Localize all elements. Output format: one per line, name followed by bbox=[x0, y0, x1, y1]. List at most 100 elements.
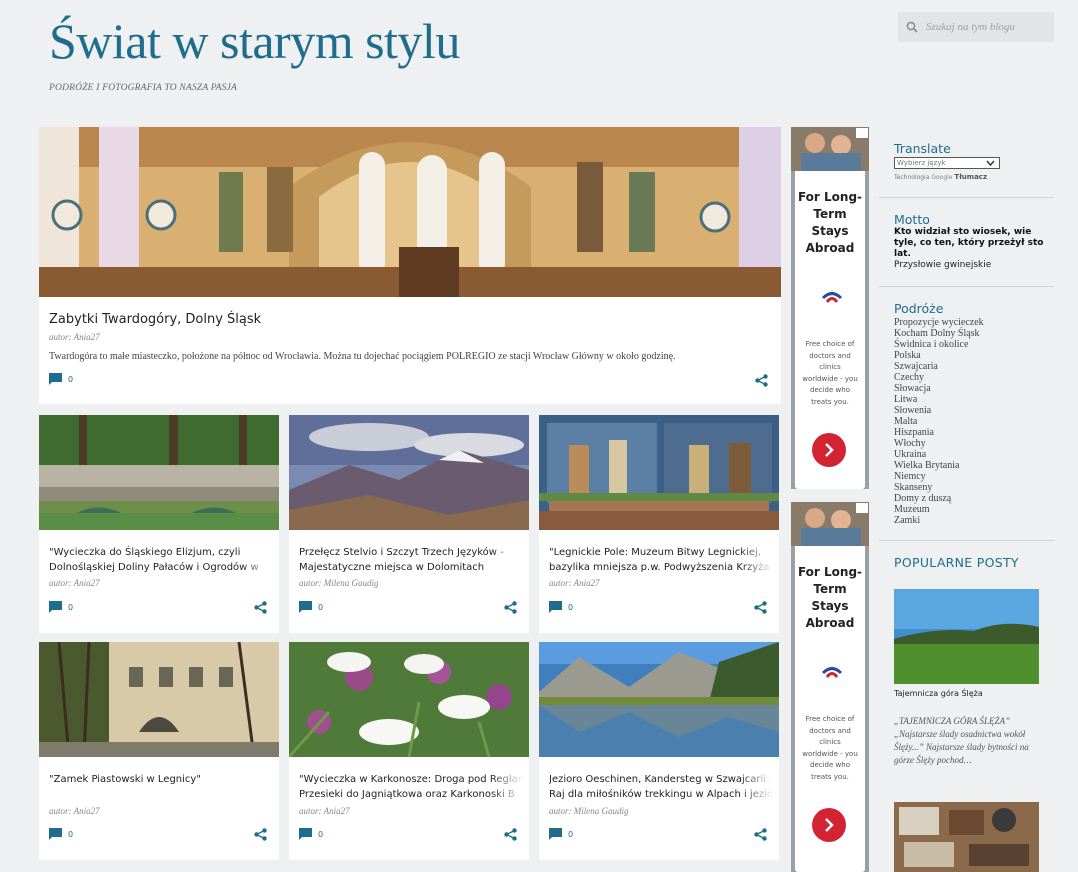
comment-count: 0 bbox=[68, 829, 74, 839]
language-select[interactable]: Wybierz język bbox=[894, 157, 1000, 169]
share-icon[interactable] bbox=[754, 828, 767, 841]
post-author[interactable]: autor: Ania27 bbox=[549, 578, 600, 588]
post-title[interactable]: "Wycieczka w Karkonosze: Droga pod Regla… bbox=[299, 772, 524, 802]
share-icon[interactable] bbox=[504, 601, 517, 614]
post-image[interactable] bbox=[289, 642, 529, 757]
search-input[interactable] bbox=[926, 21, 1044, 33]
share-icon[interactable] bbox=[504, 828, 517, 841]
featured-post-author[interactable]: autor: Ania27 bbox=[49, 332, 100, 342]
search-icon[interactable] bbox=[906, 21, 918, 33]
popular-post-title[interactable]: Tajemnicza góra Ślęża bbox=[894, 689, 983, 698]
post-title[interactable]: "Legnickie Pole: Muzeum Bitwy Legnickiej… bbox=[549, 545, 774, 575]
travel-links: Propozycje wycieczek Kocham Dolny Śląsk … bbox=[894, 317, 984, 526]
comment-icon[interactable] bbox=[299, 601, 312, 613]
comment-icon[interactable] bbox=[299, 828, 312, 840]
divider bbox=[879, 286, 1054, 287]
post-card[interactable]: "Wycieczka do Śląskiego Elizjum, czyli Do… bbox=[39, 415, 279, 633]
popular-post-image[interactable] bbox=[894, 589, 1039, 684]
sidebar-link[interactable]: Litwa bbox=[894, 394, 984, 405]
comments-link[interactable]: 0 bbox=[49, 828, 73, 840]
post-image[interactable] bbox=[539, 642, 779, 757]
post-author[interactable]: autor: Ania27 bbox=[49, 806, 100, 816]
sidebar-link[interactable]: Malta bbox=[894, 416, 984, 427]
divider bbox=[879, 540, 1054, 541]
sidebar-link[interactable]: Skanseny bbox=[894, 482, 984, 493]
ad-choices-icon[interactable] bbox=[856, 128, 868, 138]
chevron-right-icon[interactable] bbox=[823, 818, 835, 832]
ad-logo-icon bbox=[821, 667, 843, 678]
featured-post-title[interactable]: Zabytki Twardogóry, Dolny Śląsk bbox=[49, 312, 261, 327]
popular-posts-heading: POPULARNE POSTY bbox=[894, 555, 1019, 570]
post-image[interactable] bbox=[39, 415, 279, 530]
advertisement[interactable]: For Long- Term Stays Abroad Free choice of d… bbox=[791, 127, 869, 489]
sidebar-link[interactable]: Słowacja bbox=[894, 383, 984, 394]
sidebar-link[interactable]: Kocham Dolny Śląsk bbox=[894, 328, 984, 339]
post-image[interactable] bbox=[539, 415, 779, 530]
post-card[interactable]: "Legnickie Pole: Muzeum Bitwy Legnickiej… bbox=[539, 415, 779, 633]
sidebar-link[interactable]: Hiszpania bbox=[894, 427, 984, 438]
comments-link[interactable]: 0 bbox=[549, 828, 573, 840]
post-title[interactable]: Jezioro Oeschinen, Kandersteg w Szwajcar… bbox=[549, 772, 774, 802]
popular-post-image[interactable] bbox=[894, 802, 1039, 872]
comment-icon[interactable] bbox=[549, 828, 562, 840]
post-card[interactable]: "Wycieczka w Karkonosze: Droga pod Regla… bbox=[289, 642, 529, 860]
post-author[interactable]: autor: Ania27 bbox=[49, 578, 100, 588]
chevron-right-icon[interactable] bbox=[823, 443, 835, 457]
sidebar-link[interactable]: Muzeum bbox=[894, 504, 984, 515]
post-title[interactable]: "Wycieczka do Śląskiego Elizjum, czyli Do… bbox=[49, 545, 274, 575]
ad-arrow-button[interactable] bbox=[812, 808, 846, 842]
post-author[interactable]: autor: Milena Gaudig bbox=[299, 578, 379, 588]
comments-link[interactable]: 0 bbox=[549, 601, 573, 613]
comment-icon[interactable] bbox=[549, 601, 562, 613]
comments-link[interactable]: 0 bbox=[299, 601, 323, 613]
comments-link[interactable]: 0 bbox=[49, 601, 73, 613]
translate-heading: Translate bbox=[894, 141, 951, 156]
powered-by-google[interactable]: Technologia Google Tłumacz bbox=[894, 173, 987, 181]
post-author[interactable]: autor: Milena Gaudig bbox=[549, 806, 629, 816]
post-card[interactable]: "Zamek Piastowski w Legnicy" autor: Ania… bbox=[39, 642, 279, 860]
sidebar-link[interactable]: Wielka Brytania bbox=[894, 460, 984, 471]
comment-icon[interactable] bbox=[49, 601, 62, 613]
ad-headline[interactable]: For Long- Term Stays Abroad bbox=[795, 189, 865, 257]
ad-body[interactable]: For Long- Term Stays Abroad Free choice of d… bbox=[791, 127, 869, 489]
post-image[interactable] bbox=[39, 642, 279, 757]
post-card[interactable]: Jezioro Oeschinen, Kandersteg w Szwajcar… bbox=[539, 642, 779, 860]
share-icon[interactable] bbox=[754, 601, 767, 614]
motto-source: Przysłowie gwinejskie bbox=[894, 260, 992, 270]
sidebar-link[interactable]: Szwajcaria bbox=[894, 361, 984, 372]
sidebar-link[interactable]: Polska bbox=[894, 350, 984, 361]
sidebar-link[interactable]: Zamki bbox=[894, 515, 984, 526]
blog-title[interactable]: Świat w starym stylu bbox=[49, 12, 460, 70]
post-card[interactable]: Przełęcz Stelvio i Szczyt Trzech Języków… bbox=[289, 415, 529, 633]
post-author[interactable]: autor: Ania27 bbox=[299, 806, 350, 816]
sidebar-link[interactable]: Świdnica i okolice bbox=[894, 339, 984, 350]
sidebar-link[interactable]: Włochy bbox=[894, 438, 984, 449]
share-icon[interactable] bbox=[254, 828, 267, 841]
ad-body[interactable]: For Long- Term Stays Abroad Free choice of d… bbox=[791, 502, 869, 872]
comment-count: 0 bbox=[568, 829, 574, 839]
featured-post[interactable]: Zabytki Twardogóry, Dolny Śląsk autor: A… bbox=[39, 127, 781, 404]
post-image[interactable] bbox=[289, 415, 529, 530]
sidebar-link[interactable]: Domy z duszą bbox=[894, 493, 984, 504]
share-icon[interactable] bbox=[755, 374, 768, 387]
ad-headline[interactable]: For Long- Term Stays Abroad bbox=[795, 564, 865, 632]
advertisement[interactable]: For Long- Term Stays Abroad Free choice of d… bbox=[791, 502, 869, 872]
sidebar-link[interactable]: Niemcy bbox=[894, 471, 984, 482]
share-icon[interactable] bbox=[254, 601, 267, 614]
sidebar-link[interactable]: Propozycje wycieczek bbox=[894, 317, 984, 328]
post-title[interactable]: "Zamek Piastowski w Legnicy" bbox=[49, 772, 274, 787]
sidebar-link[interactable]: Ukraina bbox=[894, 449, 984, 460]
comment-count: 0 bbox=[318, 829, 324, 839]
sidebar-link[interactable]: Słowenia bbox=[894, 405, 984, 416]
chevron-down-icon[interactable] bbox=[986, 159, 995, 167]
search-box[interactable] bbox=[898, 12, 1054, 42]
ad-choices-icon[interactable] bbox=[856, 503, 868, 513]
post-title[interactable]: Przełęcz Stelvio i Szczyt Trzech Języków… bbox=[299, 545, 524, 575]
featured-post-image[interactable] bbox=[39, 127, 781, 297]
ad-arrow-button[interactable] bbox=[812, 433, 846, 467]
sidebar-link[interactable]: Czechy bbox=[894, 372, 984, 383]
comment-icon[interactable] bbox=[49, 828, 62, 840]
comments-link[interactable]: 0 bbox=[299, 828, 323, 840]
comment-icon[interactable] bbox=[49, 373, 62, 385]
comments-link[interactable]: 0 bbox=[49, 373, 73, 385]
